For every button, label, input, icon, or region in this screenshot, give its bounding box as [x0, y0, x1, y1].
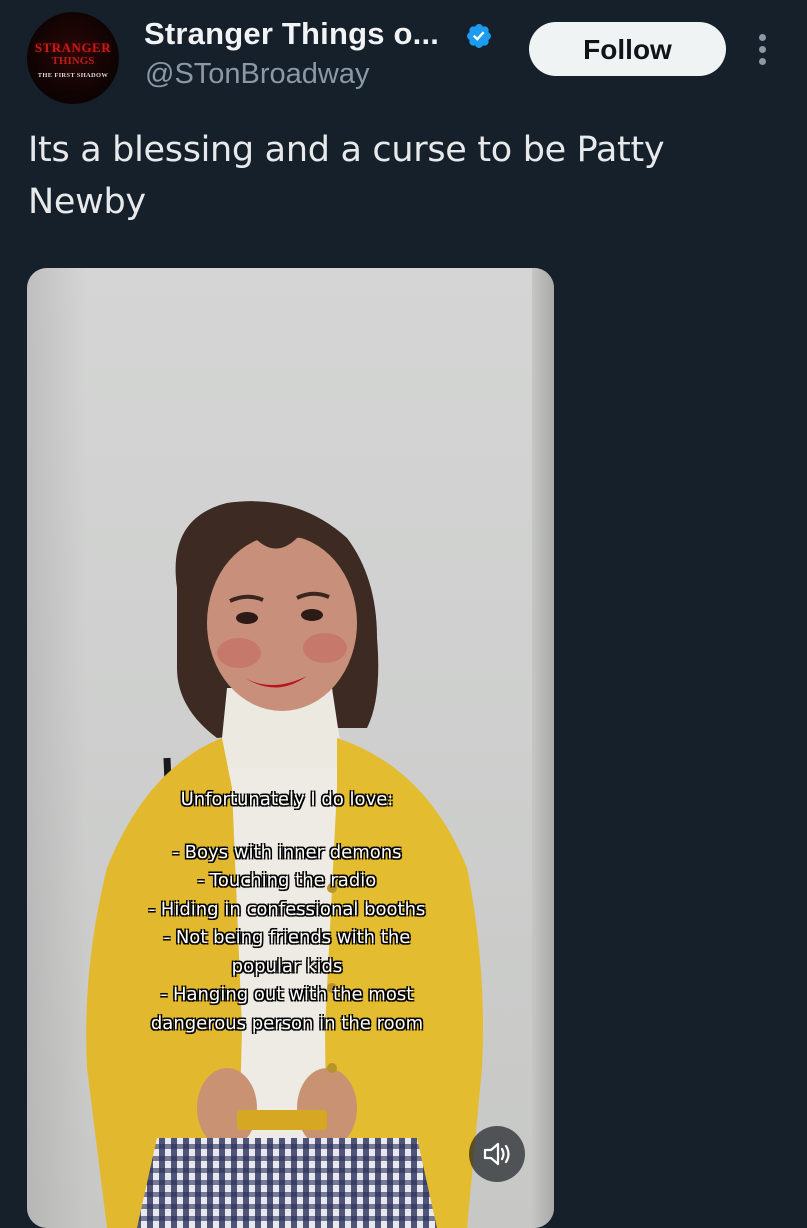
cheek-left — [217, 638, 261, 668]
volume-button[interactable] — [469, 1126, 525, 1182]
video-frame — [86, 501, 483, 1228]
hand-left — [197, 1068, 257, 1148]
belt — [237, 1110, 327, 1130]
tweet-header: STRANGER THINGS THE FIRST SHADOW Strange… — [0, 0, 807, 110]
avatar-logo-line2: THINGS — [51, 55, 95, 67]
caption-line: - Hanging out with the most — [160, 984, 414, 1005]
eye-right — [301, 609, 323, 621]
hand-right — [297, 1068, 357, 1148]
caption-heading: Unfortunately I do love: — [180, 789, 394, 810]
caption-line: popular kids — [231, 955, 343, 977]
caption-line: - Not being friends with the — [163, 927, 411, 948]
caption-line: - Hiding in confessional booths — [148, 898, 426, 920]
avatar-logo-line1: STRANGER — [34, 40, 112, 55]
follow-button[interactable]: Follow — [529, 22, 726, 76]
cardigan-button — [327, 1063, 337, 1073]
volume-icon — [483, 1142, 510, 1166]
caption-line: dangerous person in the room — [150, 1012, 424, 1034]
avatar-logo-line3: THE FIRST SHADOW — [37, 72, 109, 79]
caption-line: - Boys with inner demons — [172, 841, 402, 863]
eye-left — [236, 612, 258, 624]
caption-line: - Touching the radio — [197, 870, 377, 891]
video-player[interactable]: Unfortunately I do love: - Boys with inn… — [27, 268, 554, 1228]
more-vertical-icon[interactable] — [752, 34, 772, 68]
plaid-skirt — [137, 1138, 437, 1228]
video-caption: Unfortunately I do love: - Boys with inn… — [77, 786, 497, 1038]
display-name[interactable]: Stranger Things o... — [144, 16, 439, 52]
tweet-text: Its a blessing and a curse to be Patty N… — [28, 130, 665, 222]
account-handle[interactable]: @STonBroadway — [145, 58, 370, 91]
verified-badge-icon — [467, 24, 491, 48]
cheek-right — [303, 633, 347, 663]
avatar[interactable]: STRANGER THINGS THE FIRST SHADOW — [27, 12, 119, 104]
